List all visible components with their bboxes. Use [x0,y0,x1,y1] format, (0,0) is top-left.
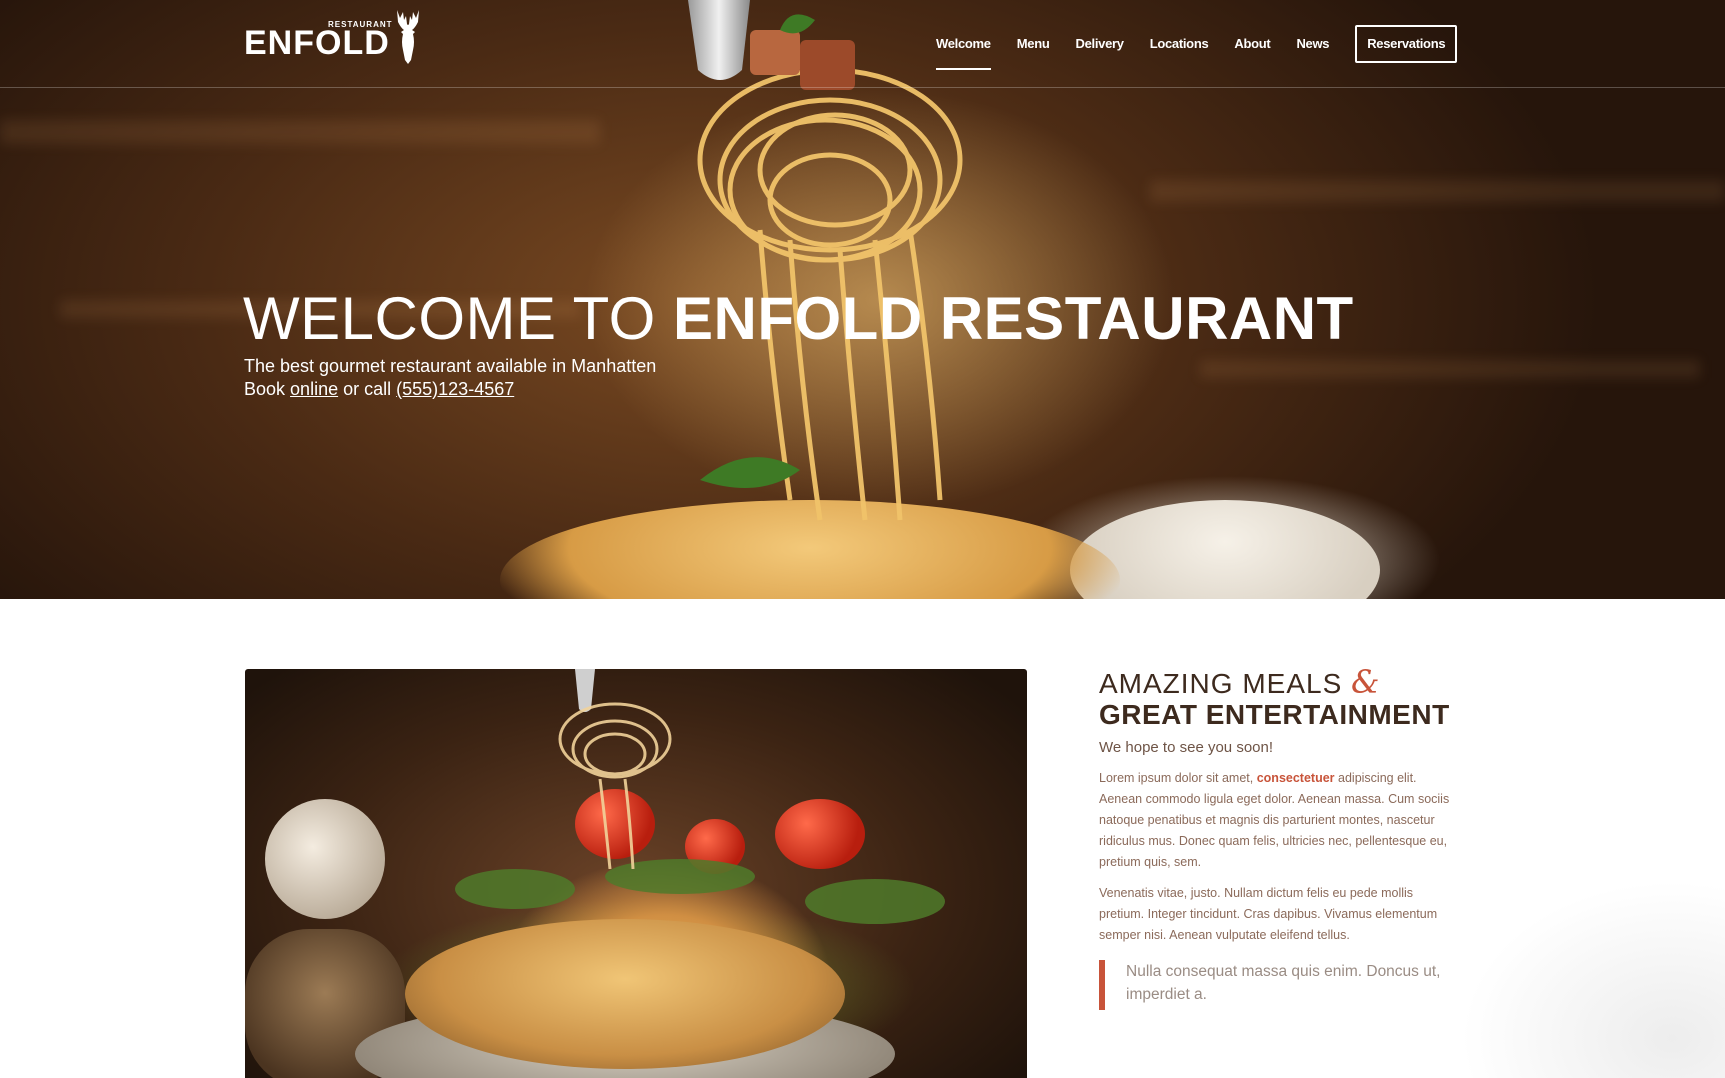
tomato [775,799,865,869]
p1-start: Lorem ipsum dolor sit amet, [1099,771,1254,785]
p1-highlight: consectetuer [1256,771,1335,785]
pasta-fork-image [558,669,672,869]
hero-booking-line: Book online or call (555)123-4567 [244,378,656,401]
wood-grain [0,120,600,144]
hero-title: WELCOME TO ENFOLD RESTAURANT [243,283,1354,355]
nav-delivery[interactable]: Delivery [1063,24,1137,64]
hero-tagline: The best gourmet restaurant available in… [244,356,657,376]
logo-wordmark: ENFOLD [244,24,390,62]
ampersand: & [1351,663,1381,701]
main-nav: Welcome Menu Delivery Locations About Ne… [923,24,1458,70]
section-title-bold: GREAT ENTERTAINMENT [1099,699,1450,730]
body-paragraph-2: Venenatis vitae, justo. Nullam dictum fe… [1099,886,1438,942]
section-title-text: AMAZING MEALS [1099,668,1343,699]
nav-locations[interactable]: Locations [1137,24,1222,64]
hero-title-bold: ENFOLD RESTAURANT [673,285,1354,352]
body-paragraph-1: Lorem ipsum dolor sit amet, consectetuer… [1099,768,1459,873]
book-mid: or call [343,379,392,399]
intro-section: AMAZING MEALS & GREAT ENTERTAINMENT We h… [1099,666,1479,1010]
nav-news[interactable]: News [1283,24,1342,64]
wood-grain [1200,360,1700,378]
book-prefix: Book [244,379,286,399]
greens [805,879,945,924]
deer-logo-icon [397,10,419,64]
flatbread [405,919,845,1069]
p1-rest: adipiscing elit. Aenean commodo ligula e… [1099,771,1450,869]
nav-about[interactable]: About [1221,24,1283,64]
book-online-link[interactable]: online [290,379,338,399]
site-logo[interactable]: RESTAURANT ENFOLD [244,8,424,68]
section-subtitle: We hope to see you soon! [1099,739,1274,756]
wood-grain [1150,180,1725,202]
nav-welcome[interactable]: Welcome [923,24,1004,70]
nav-menu[interactable]: Menu [1004,24,1063,64]
feature-food-image [245,669,1027,1078]
hero-subtitle: The best gourmet restaurant available in… [244,355,656,401]
pull-quote: Nulla consequat massa quis enim. Doncus … [1099,960,1459,1010]
hero-title-light: WELCOME TO [243,285,656,352]
section-title-light: AMAZING MEALS & [1099,666,1479,700]
corner-decoration [1460,880,1725,1078]
garlic-bulb [265,799,385,919]
phone-link[interactable]: (555)123-4567 [396,379,514,399]
reservations-button[interactable]: Reservations [1355,25,1458,63]
greens [455,869,575,909]
site-header: RESTAURANT ENFOLD Welcome Menu Delivery … [0,0,1725,88]
